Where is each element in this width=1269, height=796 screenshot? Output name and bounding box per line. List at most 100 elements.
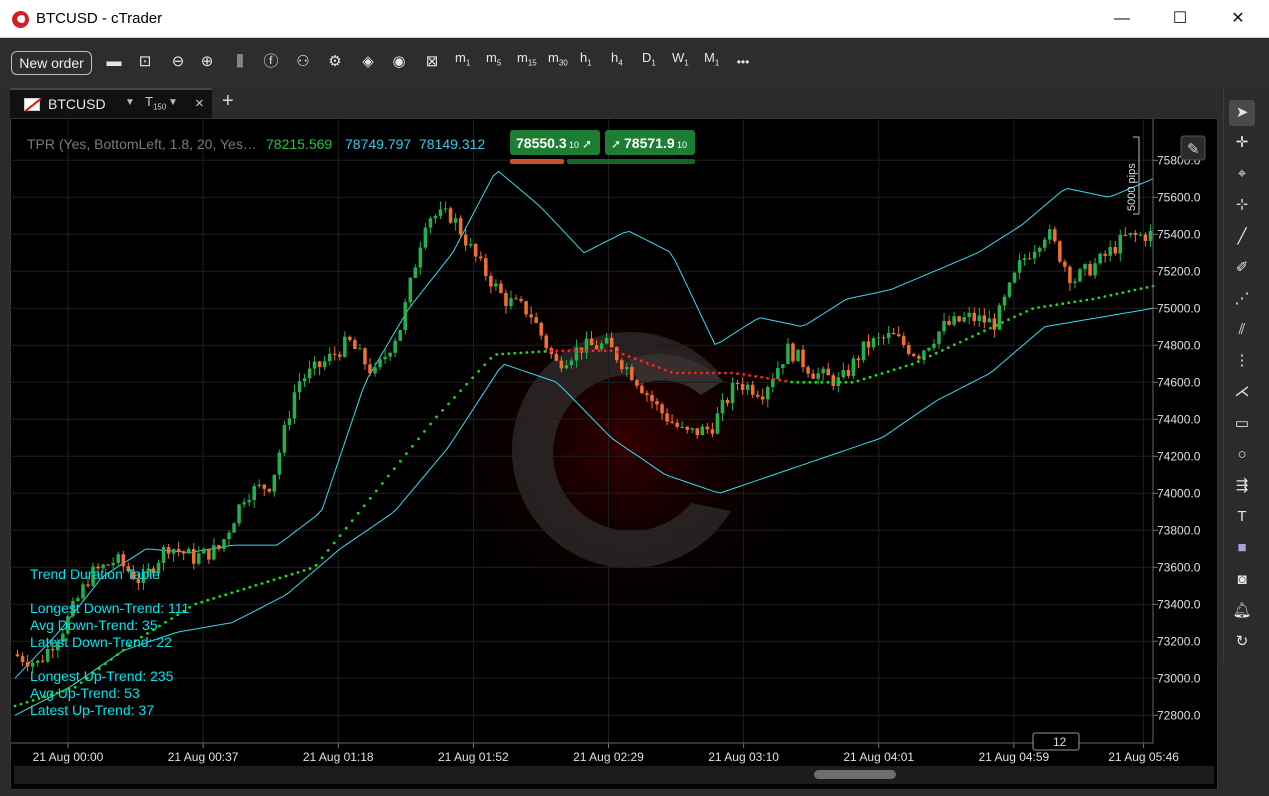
timeframe-w1[interactable]: W1 — [672, 50, 689, 68]
minimize-button[interactable]: — — [1093, 0, 1151, 38]
trend-dot — [453, 396, 456, 399]
more-options-icon[interactable]: ••• — [732, 50, 754, 74]
timeframe-m30[interactable]: m30 — [548, 50, 568, 68]
rectangle-icon[interactable]: ▭ — [1229, 411, 1255, 437]
new-order-button[interactable]: New order — [11, 51, 92, 75]
timeframe-mn1[interactable]: M1 — [704, 50, 719, 68]
close-window-button[interactable]: ✕ — [1209, 0, 1267, 38]
camera-icon[interactable]: ◙ — [1229, 567, 1255, 593]
pips-ruler[interactable]: 5000 pips — [1126, 136, 1140, 215]
color-swatch-icon[interactable]: ■ — [1229, 535, 1255, 561]
replay-icon[interactable]: ↻ — [1229, 629, 1255, 655]
candle-body — [831, 375, 836, 386]
trend-dot — [405, 452, 408, 456]
candle-body — [252, 486, 256, 501]
candle-body — [358, 348, 362, 350]
pencil-icon[interactable]: ✐ — [1229, 255, 1255, 281]
channel-icon[interactable]: ⫽ — [1229, 317, 1255, 343]
trend-dot — [411, 444, 414, 448]
trendline-icon[interactable]: ╱ — [1229, 224, 1255, 250]
facebook-icon[interactable]: ⓕ — [259, 50, 283, 74]
maximize-button[interactable]: ☐ — [1151, 0, 1209, 38]
zoom-out-icon[interactable]: ⊖ — [166, 50, 190, 74]
pattern-icon[interactable]: ⇶ — [1229, 473, 1255, 499]
chart-type-icon[interactable]: ▬ — [103, 50, 125, 74]
candle-body — [191, 549, 196, 564]
horizontal-scrollbar[interactable] — [14, 766, 1214, 784]
trend-dot — [603, 349, 607, 353]
timeframe-h4[interactable]: h4 — [611, 50, 623, 68]
bar-count-badge[interactable]: 12 — [1032, 732, 1080, 751]
price-chart[interactable]: 75800.075600.075400.075200.075000.074800… — [11, 119, 1217, 789]
trend-dot — [808, 380, 812, 384]
timeframe-dropdown-icon[interactable]: ▼ — [168, 97, 178, 108]
zoom-in-icon[interactable]: ⊕ — [195, 50, 219, 74]
trend-dot — [1049, 304, 1052, 307]
arrow-icon: ➚ — [611, 137, 621, 151]
chart-settings-icon[interactable]: ⊡ — [133, 50, 157, 74]
trend-dot — [633, 357, 637, 361]
trend-dot — [958, 340, 962, 344]
candle-body — [297, 381, 302, 393]
measure-icon[interactable]: ⊹ — [1229, 192, 1255, 218]
tab-btcusd[interactable]: BTCUSD ▼ T150 ▼ × — [10, 88, 212, 119]
add-tab-button[interactable]: + — [222, 90, 234, 113]
bot-icon[interactable]: ⚇ — [291, 50, 315, 74]
buy-price-sub: 10 — [677, 140, 687, 150]
trend-dot — [832, 380, 836, 384]
fan-icon[interactable]: ⋌ — [1229, 379, 1255, 405]
timeframe-m15[interactable]: m15 — [517, 50, 537, 68]
y-tick-label: 74800.0 — [1157, 338, 1201, 352]
text-icon[interactable]: T — [1229, 504, 1255, 530]
sell-button[interactable]: 78550.3 10 ➚ — [510, 130, 600, 164]
candle-body — [312, 361, 317, 369]
candle-body — [1012, 272, 1017, 283]
candle-body — [468, 244, 473, 246]
scrollbar-thumb[interactable] — [814, 770, 896, 779]
trend-dot — [940, 349, 944, 352]
tab-close-button[interactable]: × — [195, 95, 204, 112]
bar-count: 12 — [1053, 735, 1067, 749]
timeframe-m5[interactable]: m5 — [486, 50, 501, 68]
candles-icon[interactable]: ⫼ — [228, 50, 252, 74]
chart-config-icon[interactable]: ⊠ — [420, 50, 444, 74]
levels-icon[interactable]: ⋮ — [1229, 348, 1255, 374]
candle-body — [1098, 253, 1102, 264]
trend-dot — [417, 437, 420, 441]
timeframe-h1[interactable]: h1 — [580, 50, 592, 68]
trend-dot — [477, 369, 480, 373]
candle-body — [907, 345, 911, 354]
crosshair-icon[interactable]: ✛ — [1229, 130, 1255, 156]
timeframe-d1[interactable]: D1 — [642, 50, 656, 68]
candle-body — [891, 333, 896, 335]
candle-body — [1017, 260, 1022, 273]
layers-icon[interactable]: ◈ — [356, 50, 380, 74]
plugin-icon[interactable]: ⚙ — [323, 50, 347, 74]
chart-area[interactable]: 75800.0 75600.0 75400.0 75200.0 75000.0 74800… — [10, 118, 1218, 790]
candle-body — [554, 353, 559, 361]
crosshair-lines-icon[interactable]: ⌖ — [1229, 161, 1255, 187]
y-tick-label: 75400.0 — [1157, 227, 1201, 241]
timeframe-m1[interactable]: m1 — [455, 50, 470, 68]
eye-icon[interactable]: ◉ — [387, 50, 411, 74]
edit-chart-icon[interactable]: ✎ — [1180, 135, 1206, 161]
trend-table-spacer — [30, 583, 189, 600]
trend-dot — [206, 598, 210, 602]
cursor-icon[interactable]: ➤ — [1229, 100, 1255, 126]
candle-body — [952, 316, 956, 325]
candle-body — [232, 523, 236, 533]
fibonacci-icon[interactable]: ⋰ — [1229, 286, 1255, 312]
candle-body — [896, 334, 901, 337]
candle-body — [1133, 232, 1138, 236]
indicator-label[interactable]: TPR (Yes, BottomLeft, 1.8, 20, Yes… — [27, 136, 257, 152]
ellipse-icon[interactable]: ○ — [1229, 442, 1255, 468]
trend-dot — [621, 352, 625, 356]
tab-timeframe[interactable]: T150 — [145, 94, 166, 112]
symbol-dropdown-icon[interactable]: ▼ — [125, 97, 135, 108]
trend-dot — [386, 474, 390, 478]
alert-bell-icon[interactable]: 🔔︎ — [1229, 598, 1255, 624]
trend-dot — [1133, 288, 1137, 292]
candle-body — [338, 354, 342, 357]
trend-dot — [1079, 299, 1083, 303]
candle-body — [1022, 258, 1027, 261]
